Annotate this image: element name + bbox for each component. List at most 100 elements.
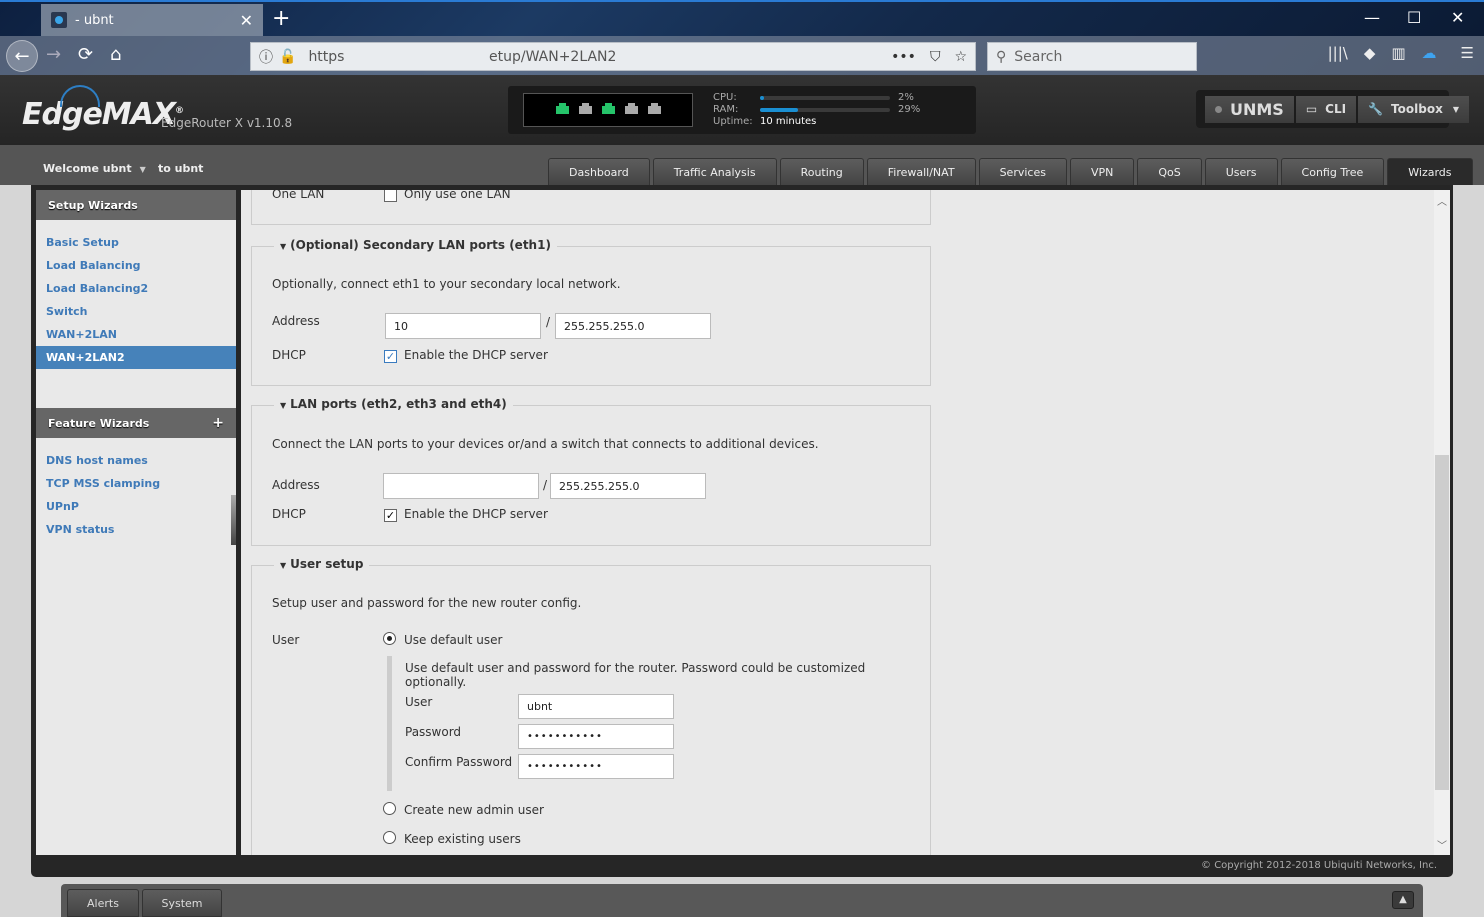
- sidebar-item-basic-setup[interactable]: Basic Setup: [36, 231, 236, 254]
- lan-mask-input[interactable]: 255.255.255.0: [550, 473, 706, 499]
- secondary-dhcp-checkbox[interactable]: ✓: [384, 350, 397, 363]
- window-close-button[interactable]: ✕: [1451, 8, 1464, 27]
- secondary-mask-input[interactable]: 255.255.255.0: [555, 313, 711, 339]
- keep-existing-users-radio[interactable]: [383, 831, 396, 844]
- lan-dhcp-checkbox-label: Enable the DHCP server: [404, 507, 548, 521]
- scroll-down-icon[interactable]: ﹀: [1437, 837, 1447, 852]
- tab-services[interactable]: Services: [978, 158, 1067, 185]
- more-actions-icon[interactable]: •••: [891, 49, 916, 65]
- tab-vpn[interactable]: VPN: [1069, 158, 1135, 185]
- library-icon[interactable]: |||\: [1328, 44, 1348, 62]
- system-tab[interactable]: System: [142, 889, 222, 917]
- secondary-lan-legend[interactable]: ▼ (Optional) Secondary LAN ports (eth1): [274, 238, 557, 252]
- feature-wizards-header[interactable]: Feature Wizards +: [36, 408, 236, 438]
- expand-up-button[interactable]: ▲: [1392, 891, 1414, 909]
- field-user-label: User: [405, 695, 433, 709]
- one-lan-checkbox[interactable]: [384, 190, 397, 202]
- slash-separator: /: [546, 315, 551, 329]
- search-input[interactable]: ⚲ Search: [987, 42, 1197, 71]
- cloud-icon[interactable]: ☁: [1422, 44, 1437, 62]
- minimize-button[interactable]: —: [1364, 8, 1380, 27]
- cli-button[interactable]: ▭ CLI: [1295, 95, 1357, 123]
- status-dot-icon: [1215, 105, 1222, 113]
- sidebar-item-upnp[interactable]: UPnP: [36, 495, 236, 518]
- sidebar-item-dns-host-names[interactable]: DNS host names: [36, 449, 236, 472]
- collapse-triangle-icon: ▼: [280, 242, 287, 251]
- new-tab-button[interactable]: +: [272, 6, 290, 31]
- caret-down-icon: ▼: [139, 165, 146, 174]
- bottom-bar: Alerts System ▲: [61, 884, 1423, 917]
- secondary-dhcp-label: DHCP: [272, 348, 306, 362]
- insecure-lock-icon[interactable]: 🔓: [279, 49, 296, 65]
- url-scheme: https: [308, 48, 345, 65]
- lan-dhcp-checkbox[interactable]: ✓: [384, 509, 397, 522]
- alerts-tab[interactable]: Alerts: [67, 889, 139, 917]
- one-lan-section: One LAN Only use one LAN: [251, 190, 931, 225]
- url-path: etup/WAN+2LAN2: [489, 48, 617, 65]
- sidebar-item-load-balancing[interactable]: Load Balancing: [36, 254, 236, 277]
- plus-icon[interactable]: +: [212, 415, 224, 431]
- lan-dhcp-label: DHCP: [272, 507, 306, 521]
- ram-value: 29%: [898, 104, 921, 115]
- sidebar-item-vpn-status[interactable]: VPN status: [36, 518, 236, 541]
- content-scrollbar[interactable]: ︿ ﹀: [1434, 190, 1450, 855]
- wrench-icon: 🔧: [1368, 102, 1384, 116]
- maximize-button[interactable]: ☐: [1407, 8, 1421, 27]
- field-confirm-password-label: Confirm Password: [405, 755, 513, 769]
- scroll-up-icon[interactable]: ︿: [1437, 193, 1447, 208]
- lan-ports-legend[interactable]: ▼ LAN ports (eth2, eth3 and eth4): [274, 397, 513, 411]
- search-placeholder: Search: [1014, 48, 1063, 65]
- pocket-icon[interactable]: ⛉: [930, 49, 941, 65]
- url-bar[interactable]: ⓘ 🔓 https etup/WAN+2LAN2 ••• ⛉ ☆: [250, 42, 976, 71]
- sidebar-icon[interactable]: ▥: [1391, 44, 1405, 62]
- use-default-user-radio[interactable]: [383, 632, 396, 645]
- menu-icon[interactable]: ☰: [1461, 44, 1474, 62]
- tab-qos[interactable]: QoS: [1137, 158, 1202, 185]
- sidebar-item-wan-2lan[interactable]: WAN+2LAN: [36, 323, 236, 346]
- user-setup-legend[interactable]: ▼ User setup: [274, 557, 370, 571]
- forward-button[interactable]: →: [46, 44, 61, 65]
- tab-firewall-nat[interactable]: Firewall/NAT: [866, 158, 976, 185]
- sidebar-item-wan-2lan2[interactable]: WAN+2LAN2: [36, 346, 236, 369]
- user-setup-section: ▼ User setup Setup user and password for …: [251, 557, 931, 855]
- home-button[interactable]: ⌂: [110, 44, 121, 65]
- close-tab-icon[interactable]: ✕: [240, 11, 253, 30]
- welcome-dropdown[interactable]: Welcome ubnt ▼: [43, 162, 146, 175]
- create-admin-user-radio[interactable]: [383, 802, 396, 815]
- use-default-user-label: Use default user: [404, 633, 503, 647]
- tab-traffic-analysis[interactable]: Traffic Analysis: [652, 158, 777, 185]
- chevron-down-icon: ▼: [1452, 104, 1459, 114]
- sidebar-item-tcp-mss-clamping[interactable]: TCP MSS clamping: [36, 472, 236, 495]
- chevron-up-icon: ▲: [1399, 894, 1407, 905]
- confirm-password-input[interactable]: •••••••••••: [518, 754, 674, 779]
- sidebar-item-load-balancing2[interactable]: Load Balancing2: [36, 277, 236, 300]
- lan-ports-description: Connect the LAN ports to your devices or…: [272, 437, 819, 451]
- password-input[interactable]: •••••••••••: [518, 724, 674, 749]
- reload-button[interactable]: ⟳: [78, 44, 93, 65]
- secondary-address-input[interactable]: 10: [385, 313, 541, 339]
- bookmark-star-icon[interactable]: ☆: [954, 49, 967, 65]
- one-lan-label: One LAN: [272, 190, 325, 201]
- tab-dashboard[interactable]: Dashboard: [548, 158, 650, 185]
- info-icon[interactable]: ⓘ: [259, 47, 273, 67]
- slash-separator: /: [543, 478, 548, 492]
- create-admin-user-label: Create new admin user: [404, 803, 544, 817]
- setup-wizards-header: Setup Wizards: [36, 190, 236, 220]
- lan-address-input[interactable]: [383, 473, 539, 499]
- browser-tab[interactable]: - ubnt ✕: [41, 4, 263, 36]
- tab-wizards[interactable]: Wizards: [1387, 158, 1473, 185]
- setup-wizards-list: Basic Setup Load Balancing Load Balancing2…: [36, 220, 236, 380]
- toolbox-button[interactable]: 🔧 Toolbox ▼: [1358, 95, 1469, 123]
- default-user-input[interactable]: ubnt: [518, 694, 674, 719]
- unms-button[interactable]: UNMS: [1205, 95, 1294, 123]
- scrollbar-thumb[interactable]: [1435, 455, 1449, 790]
- user-setup-description: Setup user and password for the new rout…: [272, 596, 582, 610]
- tab-config-tree[interactable]: Config Tree: [1280, 158, 1385, 185]
- extension-icon[interactable]: ◆: [1364, 44, 1376, 62]
- back-button[interactable]: ←: [6, 40, 38, 72]
- tab-users[interactable]: Users: [1204, 158, 1278, 185]
- sidebar-resize-handle[interactable]: [231, 495, 236, 545]
- ram-label: RAM:: [713, 104, 739, 115]
- sidebar-item-switch[interactable]: Switch: [36, 300, 236, 323]
- tab-routing[interactable]: Routing: [779, 158, 864, 185]
